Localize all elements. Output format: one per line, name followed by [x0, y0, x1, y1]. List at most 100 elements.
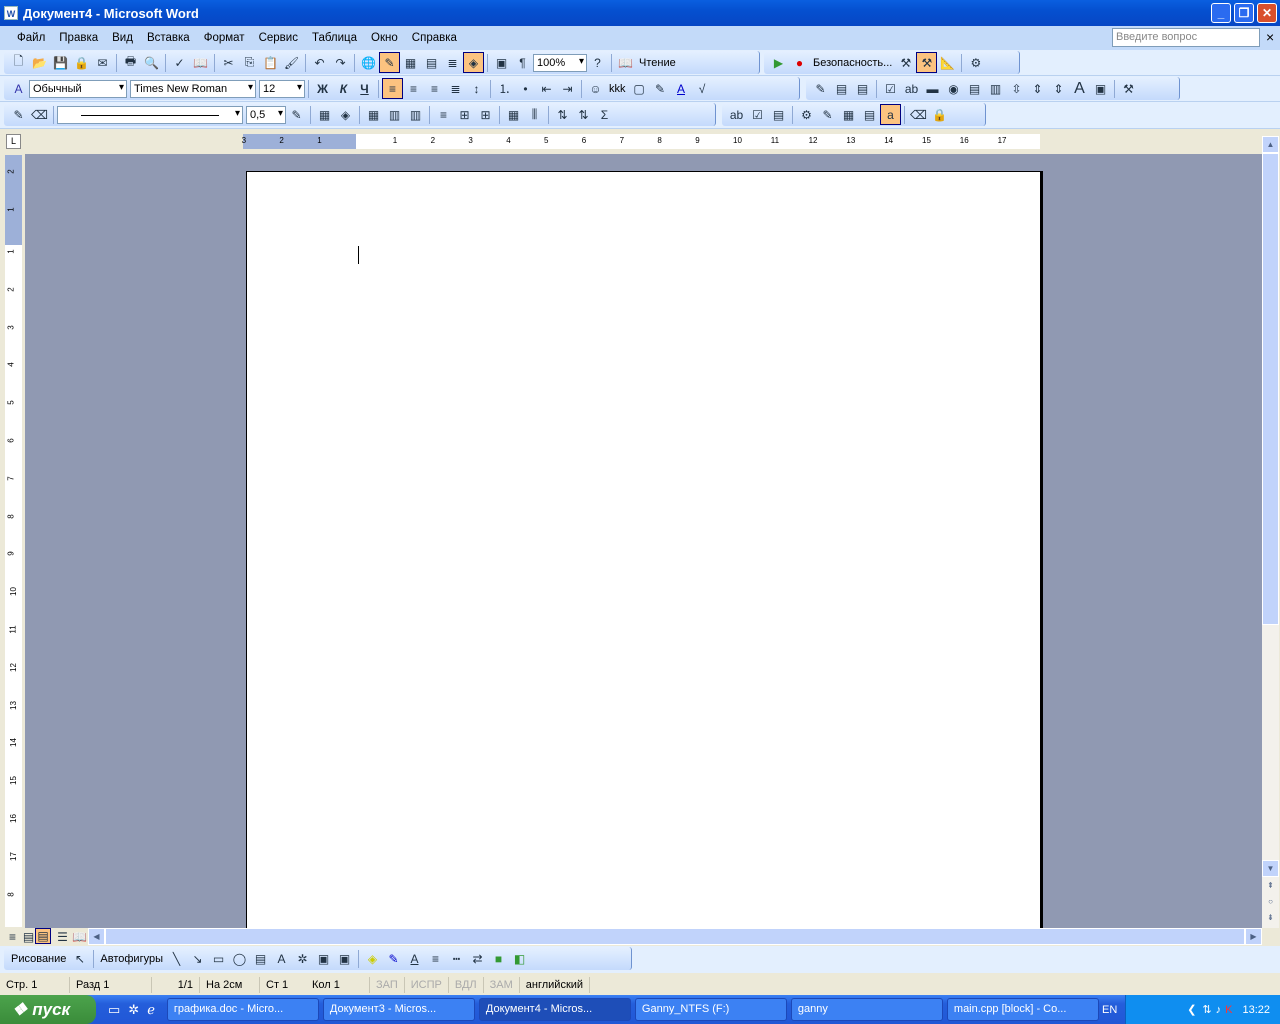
italic-button[interactable]: К	[333, 78, 354, 99]
scrollbar-icon[interactable]: ⇳	[1006, 78, 1027, 99]
numbering-icon[interactable]: ⒈	[494, 78, 515, 99]
line-style-select[interactable]	[57, 105, 243, 124]
insert-excel-icon[interactable]: ▤	[421, 52, 442, 73]
vertical-ruler[interactable]: 2 1 1 2 3 4 5 6 7 8 9 10 11 12 13 14 15 16 17 8	[5, 155, 22, 927]
quick-launch-desktop-icon[interactable]: ▭	[108, 1002, 120, 1018]
scroll-up-icon[interactable]: ▲	[1262, 136, 1279, 153]
kkk-button[interactable]: kkk	[606, 83, 629, 95]
outside-border-icon[interactable]: ▦	[314, 104, 335, 125]
rectangle-icon[interactable]: ▭	[208, 948, 229, 969]
style-select[interactable]: Обычный	[29, 79, 127, 98]
border-color-icon[interactable]: ✎	[286, 104, 307, 125]
status-ext[interactable]: ВДЛ	[449, 977, 484, 993]
tray-expand-icon[interactable]: ❮	[1187, 1003, 1196, 1016]
record-macro-icon[interactable]: ●	[789, 52, 810, 73]
menu-format[interactable]: Формат	[204, 32, 245, 44]
bold-button[interactable]: Ж	[312, 78, 333, 99]
reset-fields-icon[interactable]: ⌫	[908, 104, 929, 125]
zoom-select[interactable]: 100%	[533, 53, 587, 72]
styles-icon[interactable]: A	[8, 78, 29, 99]
distribute-rows-icon[interactable]: ⊞	[454, 104, 475, 125]
insert-table-icon-2[interactable]: ▦	[363, 104, 384, 125]
menu-insert[interactable]: Вставка	[147, 32, 190, 44]
redo-icon[interactable]: ↷	[330, 52, 351, 73]
listbox-icon[interactable]: ▤	[964, 78, 985, 99]
quick-launch-ie-icon[interactable]: ℯ	[147, 1002, 155, 1018]
increase-indent-icon[interactable]: ⇥	[557, 78, 578, 99]
underline-button[interactable]: Ч	[354, 78, 375, 99]
visual-basic-icon[interactable]: ⚒	[895, 52, 916, 73]
textbox-draw-icon[interactable]: ▤	[250, 948, 271, 969]
3d-icon[interactable]: ◧	[509, 948, 530, 969]
scroll-down-icon[interactable]: ▼	[1262, 860, 1279, 877]
hyperlink-icon[interactable]: 🌐	[358, 52, 379, 73]
task-ganny-ntfs[interactable]: Ganny_NTFS (F:)	[634, 998, 787, 1021]
decrease-indent-icon[interactable]: ⇤	[536, 78, 557, 99]
sort-desc-icon[interactable]: ⇅	[573, 104, 594, 125]
vertical-scroll-thumb[interactable]	[1262, 153, 1279, 625]
border-icon[interactable]: ▢	[629, 78, 650, 99]
permission-icon[interactable]: 🔒	[71, 52, 92, 73]
scroll-left-icon[interactable]: ◀	[88, 928, 105, 945]
task-document3[interactable]: Документ3 - Micros...	[322, 998, 475, 1021]
text-field-icon[interactable]: ab	[726, 104, 747, 125]
wordart-icon[interactable]: A	[271, 948, 292, 969]
task-main-cpp[interactable]: main.cpp [block] - Co...	[946, 998, 1099, 1021]
align-right-icon[interactable]: ≡	[424, 78, 445, 99]
font-size-select[interactable]: 12	[259, 79, 305, 98]
undo-icon[interactable]: ↶	[309, 52, 330, 73]
cut-icon[interactable]: ✂	[218, 52, 239, 73]
menu-file[interactable]: Файл	[17, 32, 45, 44]
help-question-input[interactable]: Введите вопрос	[1112, 28, 1260, 47]
select-objects-icon[interactable]: ↖	[69, 948, 90, 969]
equation-icon[interactable]: √	[692, 78, 713, 99]
field-options-icon[interactable]: ⚙	[796, 104, 817, 125]
tab-selector[interactable]: L	[6, 134, 21, 149]
arrow-style-icon[interactable]: ⇄	[467, 948, 488, 969]
fill-color-icon[interactable]: ◈	[362, 948, 383, 969]
research-icon[interactable]: 📖	[190, 52, 211, 73]
merge-cells-icon[interactable]: ▥	[384, 104, 405, 125]
document-map-icon[interactable]: ▣	[491, 52, 512, 73]
tray-network-icon[interactable]: ⇅	[1202, 1003, 1211, 1016]
sort-asc-icon[interactable]: ⇅	[552, 104, 573, 125]
highlight-icon[interactable]: ✎	[650, 78, 671, 99]
form-edit-icon[interactable]: ✎	[810, 78, 831, 99]
autoshapes-menu[interactable]: Автофигуры	[97, 953, 166, 965]
shading-field-icon[interactable]: a	[880, 104, 901, 125]
checkbox-icon[interactable]: ☑	[880, 78, 901, 99]
draw-table-icon[interactable]: ✎	[8, 104, 29, 125]
draw-table-icon-2[interactable]: ✎	[817, 104, 838, 125]
spelling-icon[interactable]: ✓	[169, 52, 190, 73]
menu-table[interactable]: Таблица	[312, 32, 357, 44]
restore-button[interactable]: ❐	[1234, 3, 1254, 23]
dash-style-icon[interactable]: ┅	[446, 948, 467, 969]
document-page[interactable]	[246, 171, 1041, 928]
tables-borders-icon[interactable]: ✎	[379, 52, 400, 73]
open-icon[interactable]: 📂	[29, 52, 50, 73]
line-icon[interactable]: ╲	[166, 948, 187, 969]
eraser-icon[interactable]: ⌫	[29, 104, 50, 125]
combobox-icon[interactable]: ▥	[985, 78, 1006, 99]
arrow-icon[interactable]: ↘	[187, 948, 208, 969]
reading-button[interactable]: Чтение	[636, 57, 679, 69]
align-icon[interactable]: ≡	[433, 104, 454, 125]
task-grafika[interactable]: графика.doc - Micro...	[166, 998, 319, 1021]
option-button-icon[interactable]: ◉	[943, 78, 964, 99]
scroll-right-icon[interactable]: ▶	[1245, 928, 1262, 945]
insert-table-icon[interactable]: ▦	[400, 52, 421, 73]
button-icon[interactable]: ▬	[922, 78, 943, 99]
task-document4[interactable]: Документ4 - Micros...	[478, 998, 631, 1021]
smiley-icon[interactable]: ☺	[585, 78, 606, 99]
shading-icon[interactable]: ◈	[335, 104, 356, 125]
protect-form-icon[interactable]: 🔒	[929, 104, 950, 125]
more-controls-icon[interactable]: ⚒	[1118, 78, 1139, 99]
script-editor-icon[interactable]: ⚙	[965, 52, 986, 73]
drawing-menu[interactable]: Рисование	[8, 953, 69, 965]
align-center-icon[interactable]: ≡	[403, 78, 424, 99]
justify-icon[interactable]: ≣	[445, 78, 466, 99]
drawing-icon[interactable]: ◈	[463, 52, 484, 73]
minimize-button[interactable]: _	[1211, 3, 1231, 23]
design-mode-icon[interactable]: 📐	[937, 52, 958, 73]
split-cells-icon[interactable]: ▥	[405, 104, 426, 125]
